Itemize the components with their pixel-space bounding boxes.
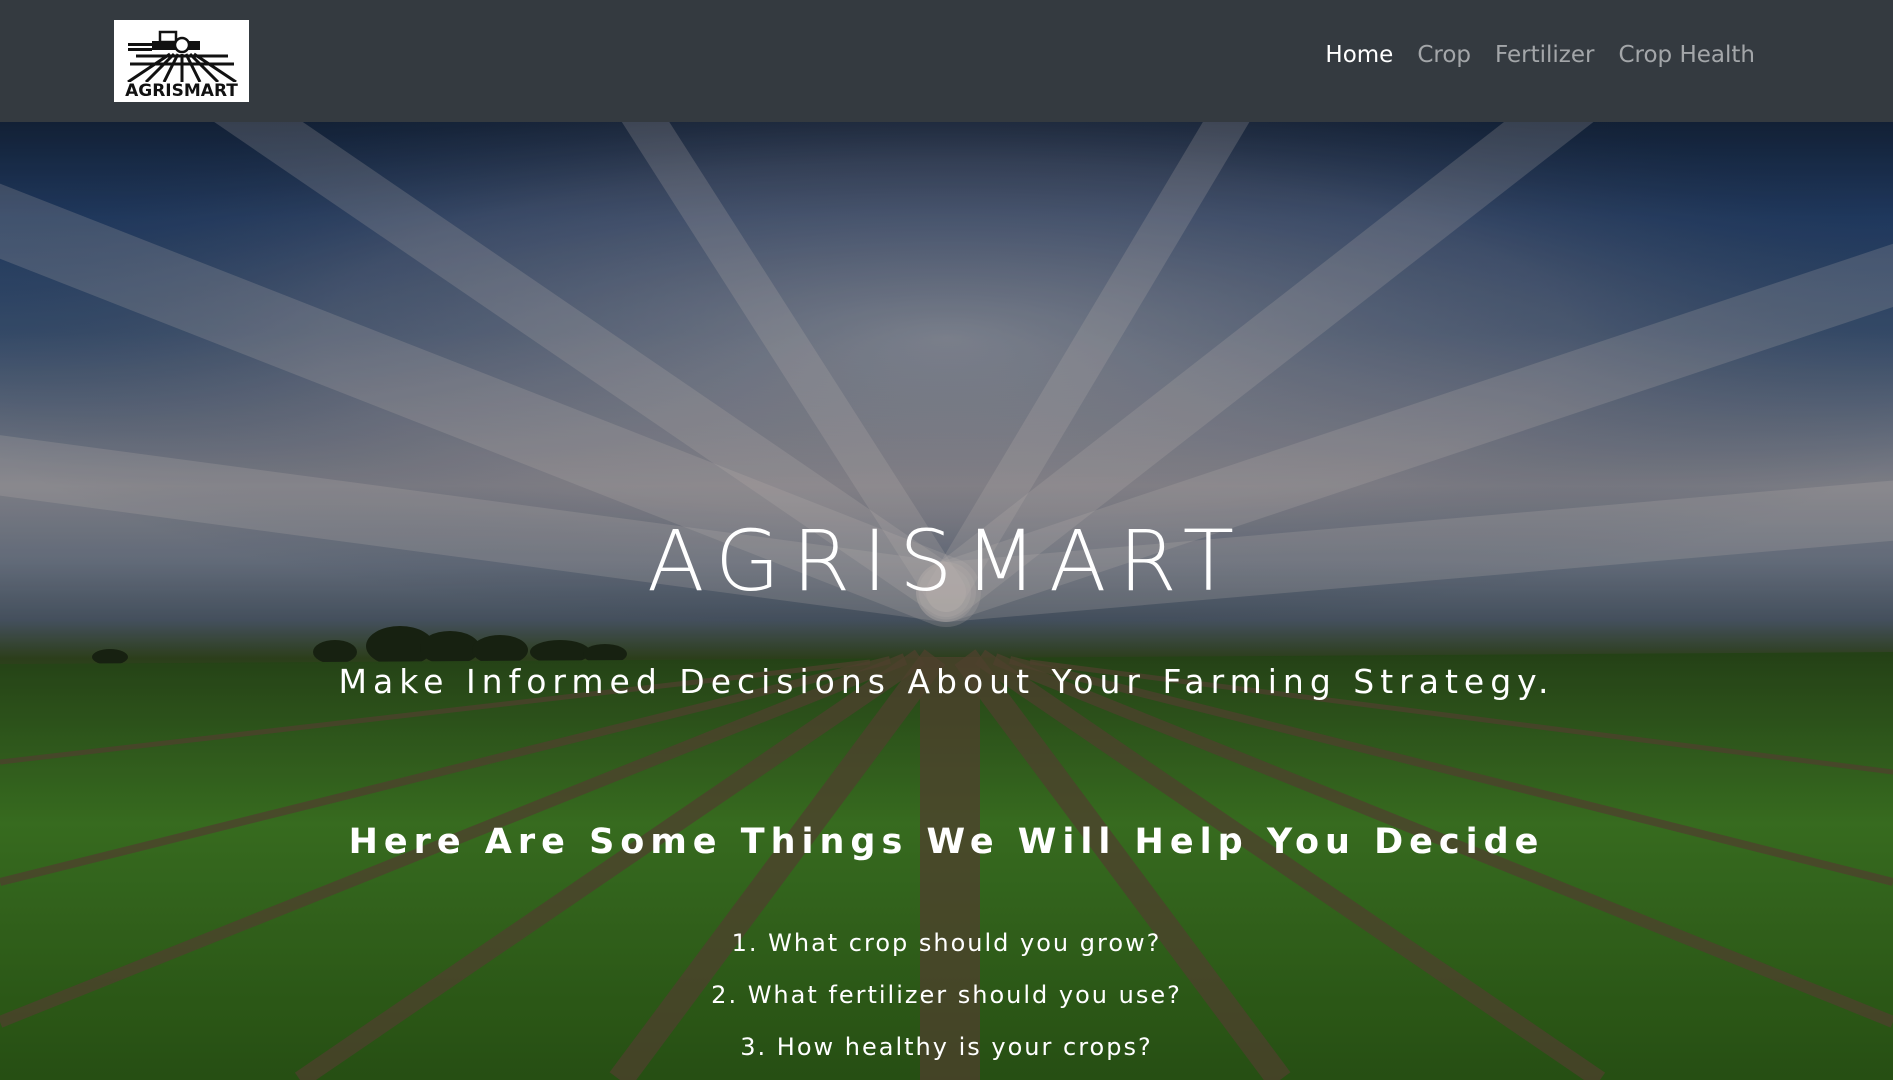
logo-text: AGRISMART xyxy=(125,81,238,101)
navbar: AGRISMART Home Crop Fertilizer Crop Heal… xyxy=(0,0,1893,122)
question-list: 1. What crop should you grow? 2. What fe… xyxy=(0,917,1893,1073)
nav-crop[interactable]: Crop xyxy=(1405,42,1483,68)
nav-fertilizer[interactable]: Fertilizer xyxy=(1483,42,1606,68)
question-item: 3. How healthy is your crops? xyxy=(740,1033,1153,1061)
hero-title: AGRISMART xyxy=(646,512,1247,610)
tractor-field-icon xyxy=(126,30,237,82)
hero-section: AGRISMART Make Informed Decisions About … xyxy=(0,122,1893,1080)
nav-home[interactable]: Home xyxy=(1313,42,1405,68)
question-item: 2. What fertilizer should you use? xyxy=(711,981,1182,1009)
brand-logo[interactable]: AGRISMART xyxy=(114,20,249,102)
question-item: 1. What crop should you grow? xyxy=(731,929,1162,957)
main-nav: Home Crop Fertilizer Crop Health xyxy=(1313,42,1767,68)
hero-tagline: Make Informed Decisions About Your Farmi… xyxy=(338,662,1555,701)
hero-subtitle: Here Are Some Things We Will Help You De… xyxy=(348,822,1545,862)
nav-crop-health[interactable]: Crop Health xyxy=(1606,42,1767,68)
